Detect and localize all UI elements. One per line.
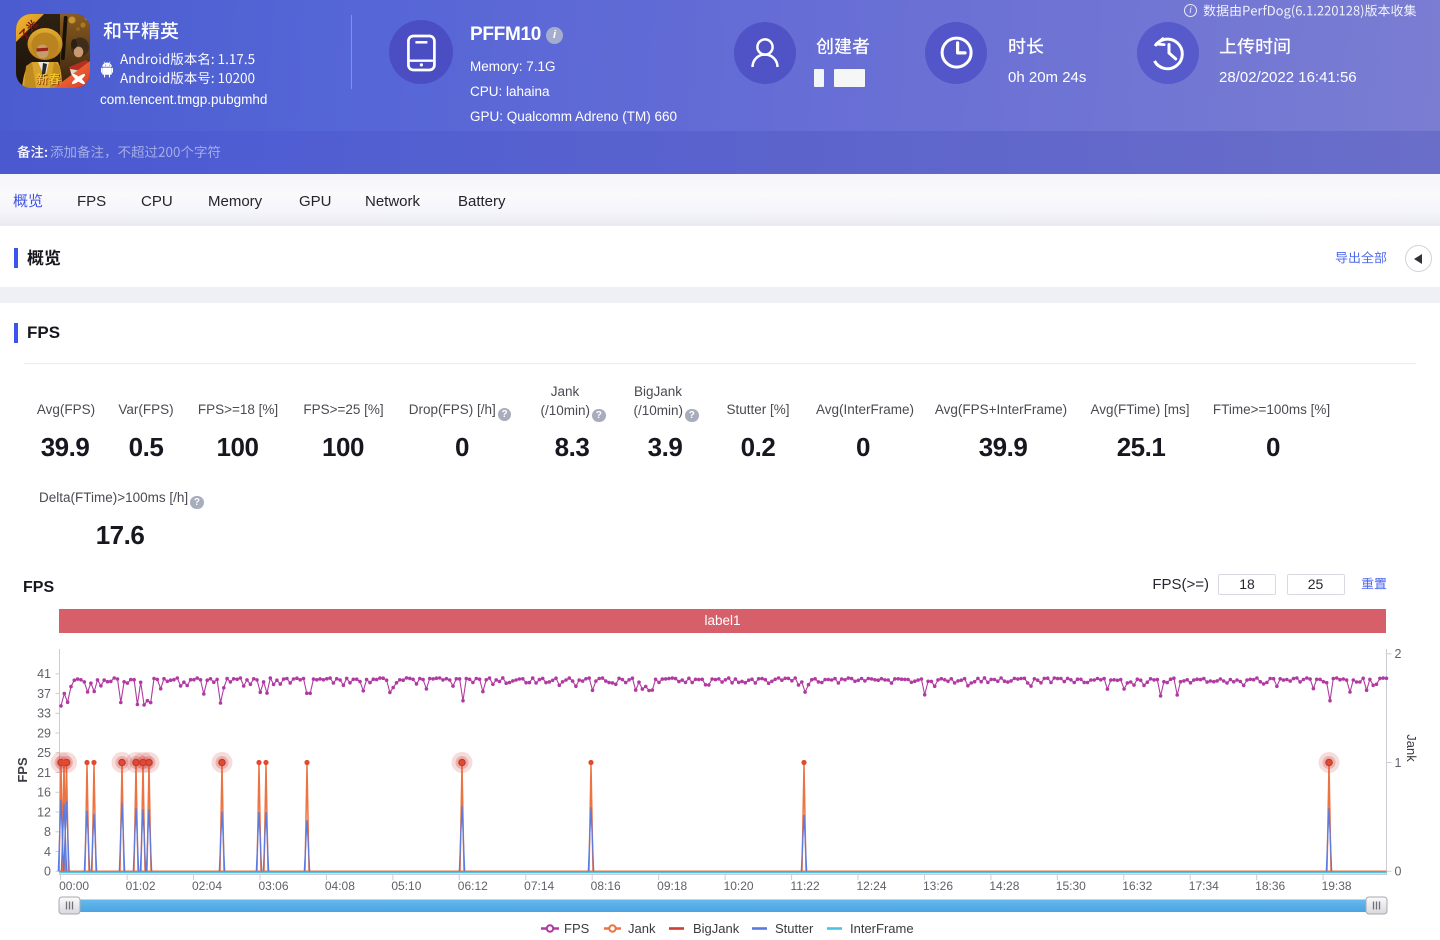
svg-text:37: 37 xyxy=(37,687,51,701)
svg-text:21: 21 xyxy=(37,766,51,780)
svg-text:4: 4 xyxy=(44,845,51,859)
svg-text:13:26: 13:26 xyxy=(923,879,953,893)
svg-text:14:28: 14:28 xyxy=(989,879,1019,893)
svg-text:10:20: 10:20 xyxy=(724,879,754,893)
svg-text:15:30: 15:30 xyxy=(1056,879,1086,893)
svg-text:04:08: 04:08 xyxy=(325,879,355,893)
svg-text:29: 29 xyxy=(37,726,51,740)
svg-text:18:36: 18:36 xyxy=(1255,879,1285,893)
svg-text:41: 41 xyxy=(37,667,51,681)
svg-text:19:38: 19:38 xyxy=(1322,879,1352,893)
svg-text:01:02: 01:02 xyxy=(126,879,156,893)
svg-text:FPS: FPS xyxy=(564,921,590,936)
svg-text:InterFrame: InterFrame xyxy=(850,921,914,936)
svg-text:BigJank: BigJank xyxy=(693,921,740,936)
svg-text:2: 2 xyxy=(1395,647,1402,661)
svg-text:00:00: 00:00 xyxy=(59,879,89,893)
svg-text:12:24: 12:24 xyxy=(856,879,886,893)
svg-text:08:16: 08:16 xyxy=(591,879,621,893)
svg-text:16: 16 xyxy=(37,786,51,800)
svg-text:09:18: 09:18 xyxy=(657,879,687,893)
svg-text:16:32: 16:32 xyxy=(1122,879,1152,893)
svg-text:1: 1 xyxy=(1395,756,1402,770)
svg-text:03:06: 03:06 xyxy=(258,879,288,893)
svg-text:0: 0 xyxy=(44,865,51,879)
svg-text:Jank: Jank xyxy=(628,921,656,936)
svg-text:06:12: 06:12 xyxy=(458,879,488,893)
svg-text:17:34: 17:34 xyxy=(1189,879,1219,893)
svg-text:8: 8 xyxy=(44,825,51,839)
svg-text:Jank: Jank xyxy=(1404,734,1419,762)
svg-text:11:22: 11:22 xyxy=(791,879,820,893)
svg-text:05:10: 05:10 xyxy=(391,879,421,893)
svg-text:33: 33 xyxy=(37,707,51,721)
svg-text:FPS: FPS xyxy=(15,757,30,783)
svg-text:12: 12 xyxy=(37,805,51,819)
svg-text:25: 25 xyxy=(37,746,51,760)
svg-text:Stutter: Stutter xyxy=(775,921,814,936)
svg-text:0: 0 xyxy=(1395,865,1402,879)
svg-text:02:04: 02:04 xyxy=(192,879,222,893)
svg-text:07:14: 07:14 xyxy=(524,879,554,893)
